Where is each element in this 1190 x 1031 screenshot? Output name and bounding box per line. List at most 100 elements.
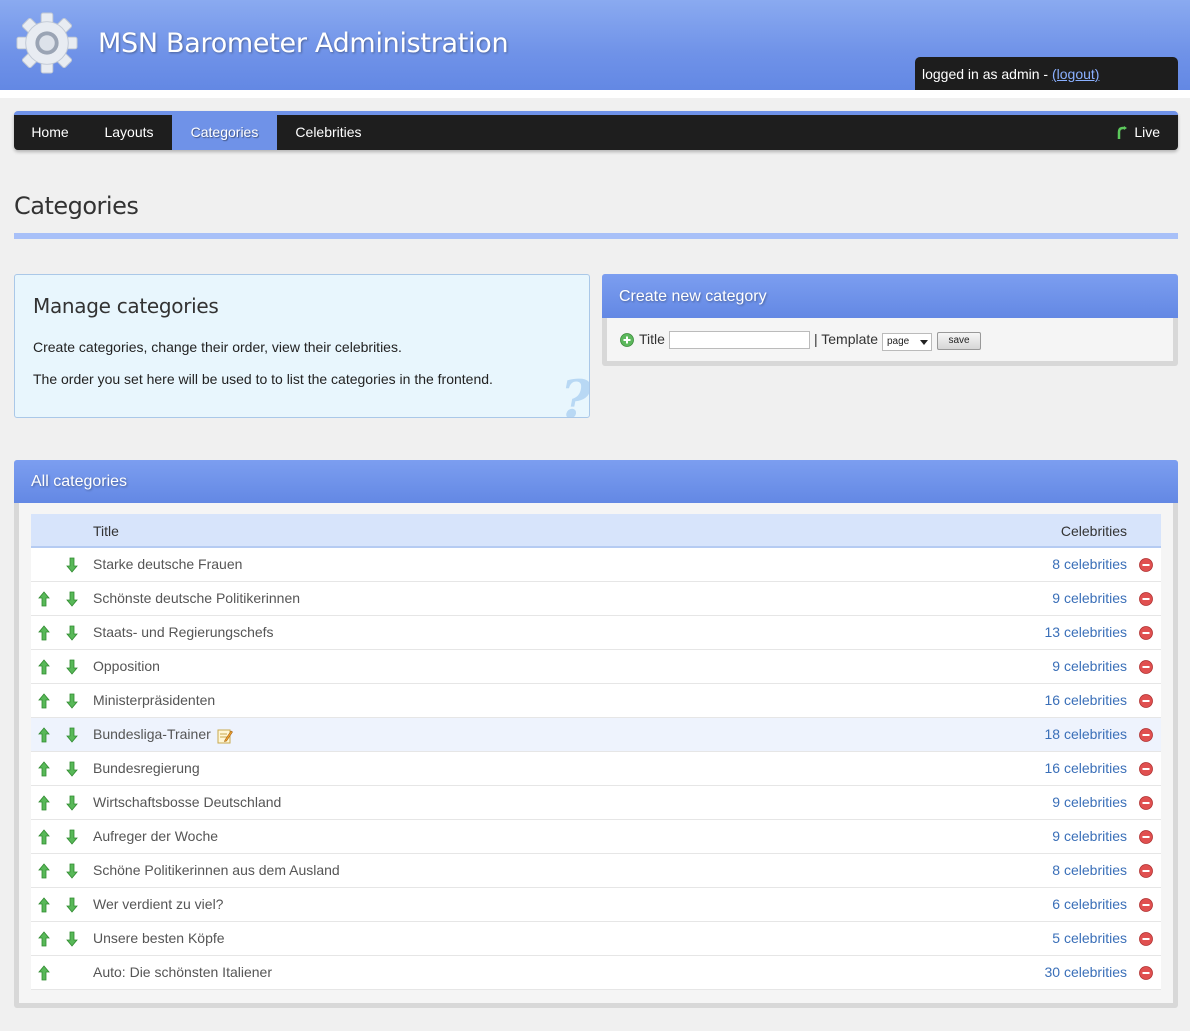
arrow-up-icon[interactable] xyxy=(38,795,50,814)
nav-layouts[interactable]: Layouts xyxy=(86,115,172,150)
category-title: Auto: Die schönsten Italiener xyxy=(93,964,272,980)
category-title: Schöne Politikerinnen aus dem Ausland xyxy=(93,862,340,878)
celebrities-count-link[interactable]: 6 celebrities xyxy=(1052,896,1127,912)
minus-circle-icon[interactable] xyxy=(1139,660,1153,677)
categories-table: Title Celebrities Starke deutsche Frauen… xyxy=(31,514,1161,990)
arrow-down-icon[interactable] xyxy=(66,659,78,678)
celebrities-count-link[interactable]: 9 celebrities xyxy=(1052,658,1127,674)
minus-circle-icon[interactable] xyxy=(1139,898,1153,915)
page-title: Categories xyxy=(14,192,139,220)
arrow-up-icon[interactable] xyxy=(38,693,50,712)
minus-circle-icon[interactable] xyxy=(1139,762,1153,779)
arrow-up-icon[interactable] xyxy=(38,727,50,746)
table-row: Wer verdient zu viel? 6 celebrities xyxy=(31,888,1161,922)
arrow-down-icon[interactable] xyxy=(66,829,78,848)
minus-circle-icon[interactable] xyxy=(1139,558,1153,575)
arrow-down-icon[interactable] xyxy=(66,727,78,746)
categories-body: Title Celebrities Starke deutsche Frauen… xyxy=(19,503,1173,1003)
minus-circle-icon[interactable] xyxy=(1139,796,1153,813)
pencil-icon[interactable] xyxy=(217,728,233,747)
minus-circle-icon[interactable] xyxy=(1139,864,1153,881)
celebrities-count-link[interactable]: 9 celebrities xyxy=(1052,828,1127,844)
minus-circle-icon[interactable] xyxy=(1139,830,1153,847)
manage-info-box: Manage categories Create categories, cha… xyxy=(14,274,590,418)
table-row: Bundesregierung 16 celebrities xyxy=(31,752,1161,786)
category-title: Staats- und Regierungschefs xyxy=(93,624,274,640)
celebrities-count-link[interactable]: 5 celebrities xyxy=(1052,930,1127,946)
minus-circle-icon[interactable] xyxy=(1139,626,1153,643)
nav-live-label: Live xyxy=(1134,124,1160,140)
header-divider xyxy=(0,90,1190,98)
table-header: Title Celebrities xyxy=(31,514,1161,548)
category-title: Bundesliga-Trainer xyxy=(93,726,211,742)
main-nav: Home Layouts Categories Celebrities Live xyxy=(14,111,1178,150)
table-row: Starke deutsche Frauen 8 celebrities xyxy=(31,548,1161,582)
celebrities-count-link[interactable]: 16 celebrities xyxy=(1045,692,1128,708)
template-select[interactable]: page xyxy=(882,333,932,351)
arrow-down-icon[interactable] xyxy=(66,795,78,814)
arrow-up-icon[interactable] xyxy=(38,591,50,610)
minus-circle-icon[interactable] xyxy=(1139,966,1153,983)
arrow-down-icon[interactable] xyxy=(66,625,78,644)
all-categories-panel: All categories Title Celebrities Starke … xyxy=(14,460,1178,1008)
login-status: logged in as admin - (logout) xyxy=(915,57,1178,90)
arrow-up-icon[interactable] xyxy=(38,829,50,848)
arrow-down-icon[interactable] xyxy=(66,591,78,610)
arrow-up-icon[interactable] xyxy=(38,659,50,678)
arrow-down-icon[interactable] xyxy=(66,863,78,882)
category-title: Opposition xyxy=(93,658,160,674)
minus-circle-icon[interactable] xyxy=(1139,728,1153,745)
nav-categories[interactable]: Categories xyxy=(172,115,277,150)
manage-description: Create categories, change their order, v… xyxy=(33,339,402,355)
celebrities-count-link[interactable]: 18 celebrities xyxy=(1045,726,1128,742)
category-title: Unsere besten Köpfe xyxy=(93,930,225,946)
table-row: Bundesliga-Trainer 18 celebrities xyxy=(31,718,1161,752)
minus-circle-icon[interactable] xyxy=(1139,592,1153,609)
nav-celebrities[interactable]: Celebrities xyxy=(277,115,380,150)
minus-circle-icon[interactable] xyxy=(1139,694,1153,711)
login-text: logged in as admin - xyxy=(922,66,1052,82)
table-row: Unsere besten Köpfe 5 celebrities xyxy=(31,922,1161,956)
arrow-down-icon[interactable] xyxy=(66,897,78,916)
celebrities-count-link[interactable]: 8 celebrities xyxy=(1052,556,1127,572)
arrow-up-icon[interactable] xyxy=(38,863,50,882)
arrow-up-icon[interactable] xyxy=(38,897,50,916)
manage-title: Manage categories xyxy=(33,294,219,318)
create-category-header: Create new category xyxy=(602,274,1178,318)
category-title: Bundesregierung xyxy=(93,760,200,776)
nav-home[interactable]: Home xyxy=(14,115,86,150)
title-label: Title xyxy=(639,331,665,347)
arrow-up-icon[interactable] xyxy=(38,931,50,950)
arrow-up-icon[interactable] xyxy=(38,965,50,984)
manage-order-note: The order you set here will be used to t… xyxy=(33,371,493,387)
category-title: Aufreger der Woche xyxy=(93,828,219,844)
arrow-down-icon[interactable] xyxy=(66,931,78,950)
gear-icon xyxy=(16,12,78,74)
title-input[interactable] xyxy=(669,331,810,349)
minus-circle-icon[interactable] xyxy=(1139,932,1153,949)
table-row: Wirtschaftsbosse Deutschland 9 celebritie… xyxy=(31,786,1161,820)
arrow-down-icon[interactable] xyxy=(66,761,78,780)
nav-live[interactable]: Live xyxy=(1116,115,1160,150)
column-title: Title xyxy=(93,523,119,539)
table-row: Schönste deutsche Politikerinnen 9 celebr… xyxy=(31,582,1161,616)
create-category-panel: Create new category Title | Template pag… xyxy=(602,274,1178,366)
celebrities-count-link[interactable]: 16 celebrities xyxy=(1045,760,1128,776)
column-celebrities: Celebrities xyxy=(1060,523,1127,539)
template-label: | Template xyxy=(814,331,879,347)
arrow-up-icon[interactable] xyxy=(38,625,50,644)
category-title: Wirtschaftsbosse Deutschland xyxy=(93,794,282,810)
save-button[interactable]: save xyxy=(937,332,981,350)
arrow-up-icon[interactable] xyxy=(38,761,50,780)
help-icon: ? xyxy=(560,370,590,418)
celebrities-count-link[interactable]: 30 celebrities xyxy=(1045,964,1128,980)
celebrities-count-link[interactable]: 9 celebrities xyxy=(1052,590,1127,606)
arrow-down-icon[interactable] xyxy=(66,557,78,576)
celebrities-count-link[interactable]: 8 celebrities xyxy=(1052,862,1127,878)
all-categories-title: All categories xyxy=(31,473,128,490)
arrow-down-icon[interactable] xyxy=(66,693,78,712)
celebrities-count-link[interactable]: 13 celebrities xyxy=(1045,624,1128,640)
table-row: Schöne Politikerinnen aus dem Ausland 8 c… xyxy=(31,854,1161,888)
celebrities-count-link[interactable]: 9 celebrities xyxy=(1052,794,1127,810)
logout-link[interactable]: (logout) xyxy=(1052,66,1099,82)
